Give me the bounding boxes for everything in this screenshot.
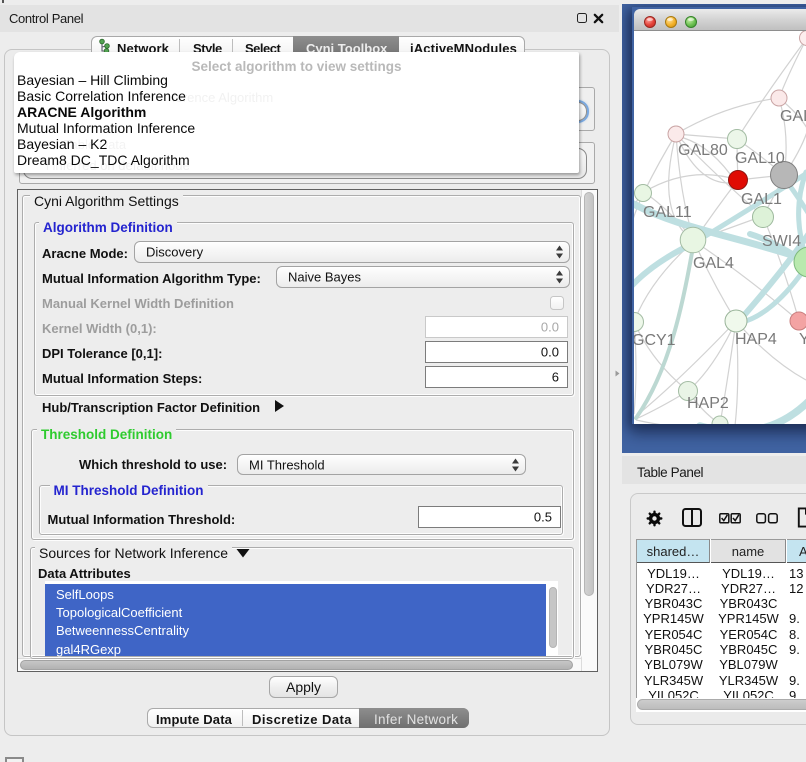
svg-text:HAP4: HAP4 <box>735 331 777 348</box>
svg-text:GAL1: GAL1 <box>741 191 782 208</box>
svg-text:GAL: GAL <box>780 108 806 125</box>
svg-text:YM: YM <box>799 331 806 348</box>
svg-text:GAL80: GAL80 <box>678 142 728 159</box>
svg-text:GAL11: GAL11 <box>643 204 692 221</box>
svg-text:GAL10: GAL10 <box>735 150 785 167</box>
svg-text:GAL4: GAL4 <box>693 255 734 272</box>
svg-text:GCY1: GCY1 <box>634 332 676 349</box>
svg-text:SWI4: SWI4 <box>762 233 801 250</box>
svg-text:HAP2: HAP2 <box>687 395 729 412</box>
